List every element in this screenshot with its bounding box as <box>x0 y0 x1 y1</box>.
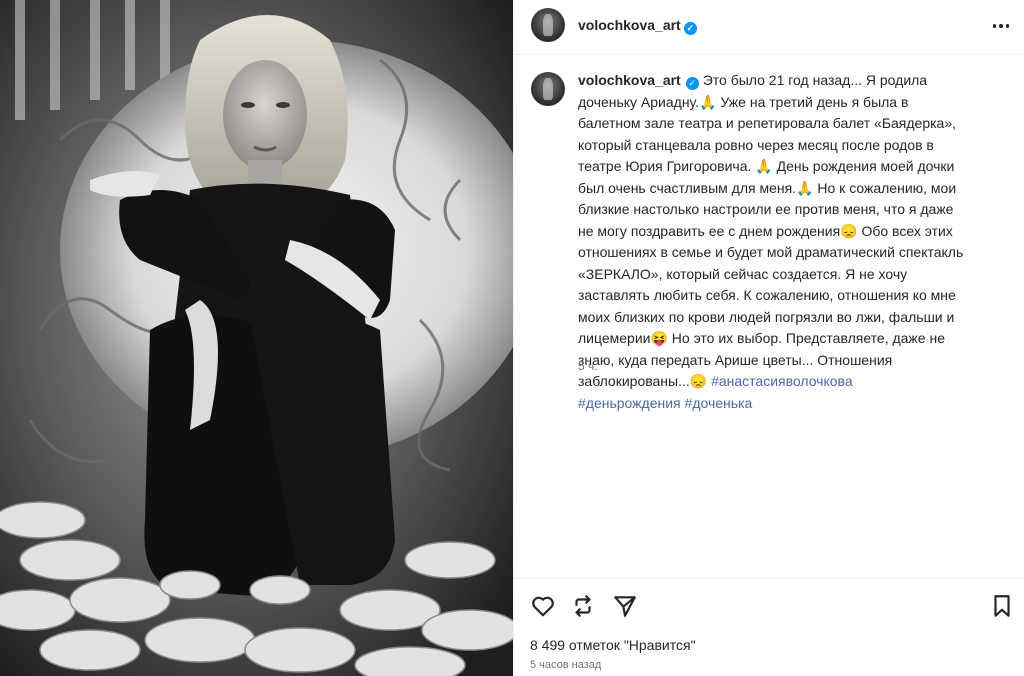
caption-text: volochkova_art ✓ Это было 21 год назад... … <box>578 70 968 414</box>
author-avatar[interactable] <box>531 8 565 42</box>
repost-icon[interactable] <box>570 593 596 619</box>
heart-icon[interactable] <box>530 593 556 619</box>
caption-time-ago: 5 ч. <box>578 359 598 373</box>
post-photo[interactable] <box>0 0 513 676</box>
posted-time: 5 часов назад <box>530 659 602 671</box>
caption-author-avatar[interactable] <box>531 72 565 106</box>
author-username[interactable]: volochkova_art ✓ <box>578 17 697 35</box>
caption-verified-badge-icon: ✓ <box>685 77 699 90</box>
action-bar: 8 499 отметок "Нравится" 5 часов назад <box>514 578 1024 676</box>
ballerina-photo <box>0 0 513 676</box>
post-header: volochkova_art ✓ <box>514 0 1024 55</box>
more-horizontal-icon[interactable] <box>989 14 1013 38</box>
author-username-text[interactable]: volochkova_art <box>578 17 681 33</box>
likes-count[interactable]: 8 499 отметок "Нравится" <box>530 637 696 653</box>
send-icon[interactable] <box>612 593 638 619</box>
caption-body: Это было 21 год назад... Я родила дочень… <box>578 72 968 389</box>
caption-username[interactable]: volochkova_art <box>578 72 681 88</box>
hashtag-link[interactable]: #анастасияволочкова <box>711 373 853 389</box>
hashtag-link[interactable]: #доченька <box>685 395 753 411</box>
post-side-panel: volochkova_art ✓ volochkova_art ✓ Это было … <box>513 0 1024 676</box>
instagram-post: volochkova_art ✓ volochkova_art ✓ Это было … <box>0 0 1024 676</box>
bookmark-icon[interactable] <box>989 593 1015 619</box>
verified-badge-icon: ✓ <box>683 22 697 35</box>
hashtag-link[interactable]: #деньрождения <box>578 395 681 411</box>
